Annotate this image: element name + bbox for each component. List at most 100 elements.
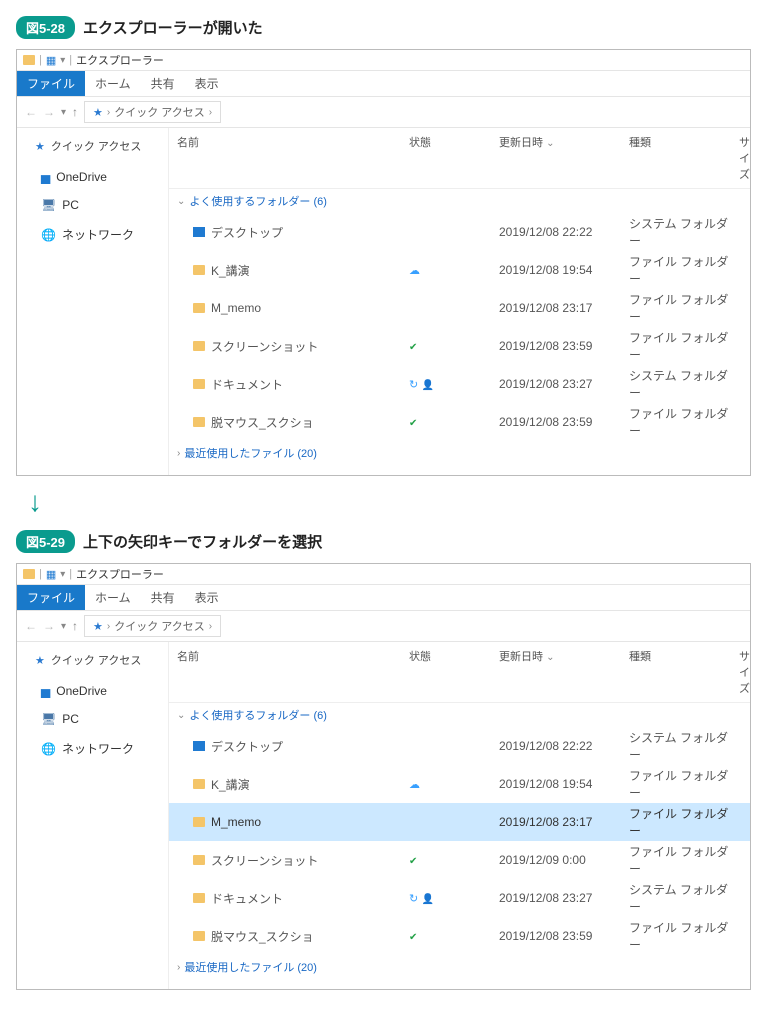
col-type[interactable]: 種類 [629, 648, 739, 696]
tab-file[interactable]: ファイル [17, 585, 85, 610]
explorer-window-2: | ▦ ▾ | エクスプローラー ファイル ホーム 共有 表示 ← → ▾ ↑ … [16, 563, 751, 990]
star-icon: ★ [35, 654, 45, 667]
down-arrow-icon: ↓ [28, 488, 751, 516]
file-date: 2019/12/08 23:59 [499, 929, 629, 943]
folder-icon [193, 817, 205, 827]
nav-history-icon[interactable]: ▾ [61, 621, 66, 632]
file-row[interactable]: スクリーンショット 2019/12/08 23:59ファイル フォルダー [169, 327, 750, 365]
caption-badge: 図5-29 [16, 530, 75, 553]
file-row[interactable]: M_memo2019/12/08 23:17ファイル フォルダー [169, 803, 750, 841]
file-name: ドキュメント [211, 376, 283, 393]
col-status[interactable]: 状態 [409, 648, 499, 696]
ribbon-icon: ▦ [46, 54, 56, 67]
cloud-status-icon [409, 263, 420, 277]
col-name[interactable]: 名前 [169, 648, 409, 696]
caption-text: 上下の矢印キーでフォルダーを選択 [83, 531, 322, 552]
sidebar-pc[interactable]: 🖥 PC [17, 708, 168, 730]
sidebar-network[interactable]: 🌐 ネットワーク [17, 736, 168, 761]
nav-forward-icon[interactable]: → [43, 105, 55, 119]
dropdown-icon[interactable]: ▾ [60, 55, 65, 66]
star-icon: ★ [93, 620, 103, 633]
pc-icon: 🖥 [41, 712, 56, 726]
file-name: 脱マウス_スクショ [211, 414, 314, 431]
tab-share[interactable]: 共有 [141, 71, 185, 96]
file-type: ファイル フォルダー [629, 919, 739, 953]
ribbon-tabs: ファイル ホーム 共有 表示 [17, 585, 750, 611]
file-date: 2019/12/08 22:22 [499, 739, 629, 753]
col-date[interactable]: 更新日時 ⌄ [499, 648, 629, 696]
file-name: スクリーンショット [211, 338, 318, 355]
file-rows-2: デスクトップ2019/12/08 22:22システム フォルダーK_講演2019… [169, 727, 750, 955]
tab-view[interactable]: 表示 [185, 71, 229, 96]
file-row[interactable]: K_講演2019/12/08 19:54ファイル フォルダー [169, 251, 750, 289]
file-type: ファイル フォルダー [629, 329, 739, 363]
file-status [409, 777, 499, 791]
explorer-window-1: | ▦ ▾ | エクスプローラー ファイル ホーム 共有 表示 ← → ▾ ↑ … [16, 49, 751, 476]
cloud-icon: ▅ [41, 684, 50, 698]
file-row[interactable]: デスクトップ2019/12/08 22:22システム フォルダー [169, 213, 750, 251]
figure-caption-1: 図5-28 エクスプローラーが開いた [16, 16, 751, 39]
col-size[interactable]: サイズ [739, 134, 750, 182]
file-name: K_講演 [211, 262, 250, 279]
explorer-icon [23, 55, 35, 65]
file-row[interactable]: K_講演2019/12/08 19:54ファイル フォルダー [169, 765, 750, 803]
file-row[interactable]: スクリーンショット2019/12/09 0:00ファイル フォルダー [169, 841, 750, 879]
file-row[interactable]: ドキュメント 2019/12/08 23:27システム フォルダー [169, 365, 750, 403]
column-headers: 名前 状態 更新日時 ⌄ 種類 サイズ [169, 128, 750, 189]
sidebar-quick-access[interactable]: ★ クイック アクセス [17, 648, 168, 672]
sidebar-network[interactable]: 🌐 ネットワーク [17, 222, 168, 247]
breadcrumb-text: クイック アクセス [114, 104, 205, 120]
sidebar-pc[interactable]: 🖥 PC [17, 194, 168, 216]
explorer-icon [23, 569, 35, 579]
file-row[interactable]: 脱マウス_スクショ2019/12/08 23:59ファイル フォルダー [169, 403, 750, 441]
tab-home[interactable]: ホーム [85, 585, 141, 610]
breadcrumb-box[interactable]: ★ › クイック アクセス › [84, 615, 221, 637]
file-date: 2019/12/08 22:22 [499, 225, 629, 239]
col-name[interactable]: 名前 [169, 134, 409, 182]
chevron-right-icon: › [177, 448, 180, 459]
file-rows-1: デスクトップ2019/12/08 22:22システム フォルダーK_講演2019… [169, 213, 750, 441]
file-row[interactable]: デスクトップ2019/12/08 22:22システム フォルダー [169, 727, 750, 765]
file-status [409, 853, 499, 867]
file-name: M_memo [211, 815, 261, 829]
col-type[interactable]: 種類 [629, 134, 739, 182]
folder-icon [193, 893, 205, 903]
nav-history-icon[interactable]: ▾ [61, 107, 66, 118]
group-frequent[interactable]: ⌄ よく使用するフォルダー (6) [169, 703, 750, 727]
file-name: K_講演 [211, 776, 250, 793]
col-status[interactable]: 状態 [409, 134, 499, 182]
tab-share[interactable]: 共有 [141, 585, 185, 610]
file-type: ファイル フォルダー [629, 843, 739, 877]
file-row[interactable]: M_memo2019/12/08 23:17ファイル フォルダー [169, 289, 750, 327]
dropdown-icon[interactable]: ▾ [60, 569, 65, 580]
column-headers: 名前 状態 更新日時 ⌄ 種類 サイズ [169, 642, 750, 703]
tab-view[interactable]: 表示 [185, 585, 229, 610]
group-recent[interactable]: › 最近使用したファイル (20) [169, 955, 750, 979]
breadcrumb-box[interactable]: ★ › クイック アクセス › [84, 101, 221, 123]
col-date[interactable]: 更新日時 ⌄ [499, 134, 629, 182]
group-recent[interactable]: › 最近使用したファイル (20) [169, 441, 750, 465]
file-date: 2019/12/08 23:59 [499, 339, 629, 353]
nav-back-icon[interactable]: ← [25, 105, 37, 119]
sidebar-onedrive[interactable]: ▅ OneDrive [17, 166, 168, 188]
file-row[interactable]: 脱マウス_スクショ 2019/12/08 23:59ファイル フォルダー [169, 917, 750, 955]
nav-up-icon[interactable]: ↑ [72, 105, 78, 119]
group-frequent[interactable]: ⌄ よく使用するフォルダー (6) [169, 189, 750, 213]
nav-up-icon[interactable]: ↑ [72, 619, 78, 633]
file-status [409, 415, 499, 429]
tab-file[interactable]: ファイル [17, 71, 85, 96]
folder-icon [193, 303, 205, 313]
file-name: デスクトップ [211, 738, 283, 755]
file-row[interactable]: ドキュメント 2019/12/08 23:27システム フォルダー [169, 879, 750, 917]
chevron-down-icon: ⌄ [546, 652, 554, 663]
nav-forward-icon[interactable]: → [43, 619, 55, 633]
sidebar: ★ クイック アクセス ▅ OneDrive 🖥 PC 🌐 ネットワーク [17, 642, 169, 989]
sidebar-quick-access[interactable]: ★ クイック アクセス [17, 134, 168, 158]
ribbon-tabs: ファイル ホーム 共有 表示 [17, 71, 750, 97]
file-type: システム フォルダー [629, 215, 739, 249]
file-name: 脱マウス_スクショ [211, 928, 314, 945]
col-size[interactable]: サイズ [739, 648, 750, 696]
nav-back-icon[interactable]: ← [25, 619, 37, 633]
tab-home[interactable]: ホーム [85, 71, 141, 96]
sidebar-onedrive[interactable]: ▅ OneDrive [17, 680, 168, 702]
